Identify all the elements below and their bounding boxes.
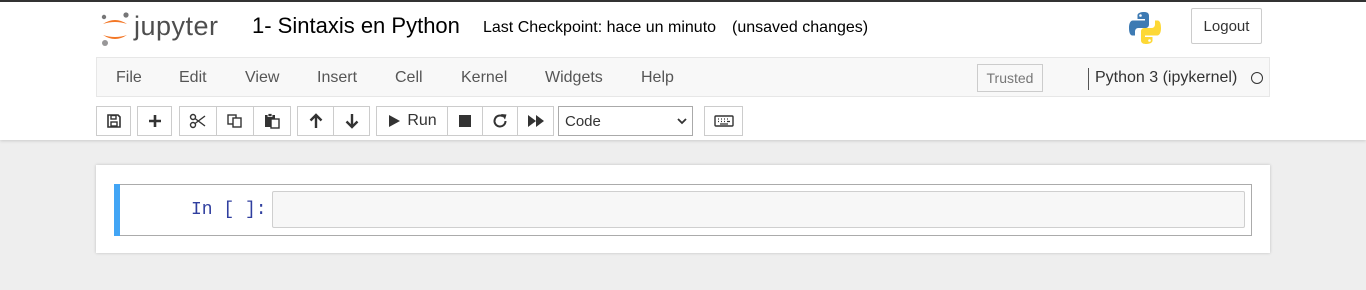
restart-kernel-button[interactable] [482, 106, 518, 136]
menu-file[interactable]: File [116, 69, 142, 87]
jupyter-logo[interactable]: jupyter [100, 11, 235, 47]
command-palette-button[interactable] [704, 106, 743, 136]
autosave-status: (unsaved changes) [732, 19, 869, 36]
menu-insert[interactable]: Insert [317, 69, 357, 87]
arrow-down-icon [345, 114, 358, 129]
menu-cell[interactable]: Cell [395, 69, 423, 87]
code-cell[interactable]: In [ ]: [114, 184, 1252, 236]
restart-run-all-button[interactable] [517, 106, 554, 136]
save-icon [106, 114, 121, 128]
arrow-up-icon [309, 113, 322, 128]
menu-edit[interactable]: Edit [179, 69, 207, 87]
menu-kernel[interactable]: Kernel [461, 69, 507, 87]
notebook-container: In [ ]: [96, 165, 1270, 253]
interrupt-kernel-button[interactable] [447, 106, 483, 136]
run-button-label: Run [407, 112, 437, 129]
cut-button[interactable] [179, 106, 217, 136]
code-input[interactable] [272, 191, 1245, 228]
notebook-title[interactable]: 1- Sintaxis en Python [252, 13, 460, 39]
copy-button[interactable] [216, 106, 254, 136]
jupyter-logo-text: jupyter [134, 11, 219, 41]
paste-button[interactable] [253, 106, 291, 136]
chevron-down-icon [677, 118, 687, 125]
trusted-indicator[interactable]: Trusted [977, 64, 1043, 92]
last-checkpoint: Last Checkpoint: hace un minuto [483, 19, 717, 36]
menu-view[interactable]: View [245, 69, 279, 87]
jupyter-logo-icon [101, 12, 129, 46]
move-cell-up-button[interactable] [297, 106, 334, 136]
python-logo-icon [1127, 10, 1163, 46]
stop-icon [459, 115, 471, 127]
fast-forward-icon [527, 115, 544, 127]
restart-icon [493, 114, 507, 128]
cell-type-select[interactable]: Code [558, 106, 693, 136]
menu-widgets[interactable]: Widgets [545, 69, 603, 87]
menu-bar: File Edit View Insert Cell Kernel Widget… [96, 57, 1270, 97]
paste-icon [265, 113, 280, 129]
keyboard-icon [713, 115, 734, 127]
input-prompt: In [ ]: [191, 200, 267, 220]
notebook-header: jupyter 1- Sintaxis en Python Last Check… [0, 2, 1366, 140]
toolbar: Run Code [96, 106, 1270, 136]
move-cell-down-button[interactable] [333, 106, 370, 136]
insert-cell-button[interactable] [137, 106, 172, 136]
plus-icon [148, 115, 161, 127]
logout-button[interactable]: Logout [1191, 8, 1262, 44]
cut-icon [189, 113, 206, 129]
kernel-separator [1088, 68, 1089, 90]
run-button[interactable]: Run [376, 106, 448, 136]
menu-help[interactable]: Help [641, 69, 674, 87]
cell-type-value: Code [565, 112, 601, 130]
play-icon [389, 115, 401, 127]
kernel-name[interactable]: Python 3 (ipykernel) [1095, 69, 1237, 87]
kernel-idle-indicator-icon [1251, 72, 1263, 84]
copy-icon [227, 114, 242, 128]
save-button[interactable] [96, 106, 131, 136]
cell-selection-bar [114, 184, 120, 236]
